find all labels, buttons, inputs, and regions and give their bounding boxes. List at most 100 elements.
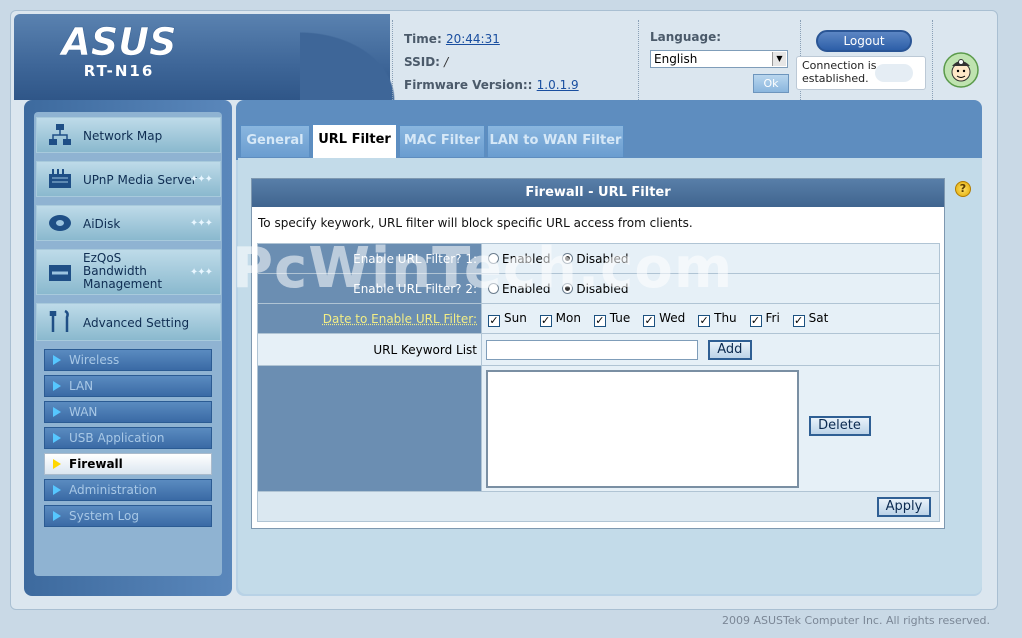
language-value: English: [654, 52, 698, 66]
stars-icon: ✦✦✦: [189, 174, 213, 185]
sidebar-item-label: Advanced Setting: [83, 316, 190, 330]
time-link[interactable]: 20:44:31: [446, 32, 500, 46]
sidebar-sub-wan[interactable]: WAN: [44, 401, 212, 423]
firmware-link[interactable]: 1.0.1.9: [537, 78, 579, 92]
radio-label: Enabled: [502, 281, 551, 296]
day-checkbox-sat[interactable]: ✓: [792, 314, 805, 327]
day-checkbox-thu[interactable]: ✓: [698, 314, 711, 327]
radio-label: Enabled: [502, 251, 551, 266]
tab-mac-filter[interactable]: MAC Filter: [399, 125, 485, 157]
help-icon[interactable]: ?: [955, 181, 971, 197]
sidebar-item-label: UPnP Media Server: [83, 173, 197, 187]
triangle-right-icon: [53, 485, 61, 495]
keyword-entry: Add: [481, 333, 940, 366]
sidebar-sub-label: LAN: [69, 379, 94, 393]
day-label: Sun: [504, 310, 527, 325]
sidebar-sub-system-log[interactable]: System Log: [44, 505, 212, 527]
triangle-right-icon: [53, 511, 61, 521]
avatar-icon: [943, 52, 979, 88]
form-row: URL Keyword List Add: [257, 333, 940, 366]
language-ok-button[interactable]: Ok: [753, 74, 789, 93]
triangle-right-icon: [53, 355, 61, 365]
sidebar-sub-wireless[interactable]: Wireless: [44, 349, 212, 371]
media-server-icon: [49, 169, 71, 188]
filter2-disabled-radio[interactable]: [562, 282, 574, 294]
tab-lan-to-wan-filter[interactable]: LAN to WAN Filter: [487, 125, 624, 157]
keyword-label: URL Keyword List: [257, 333, 482, 366]
day-checkbox-wed[interactable]: ✓: [643, 314, 656, 327]
sidebar-item-advanced-setting[interactable]: Advanced Setting: [36, 303, 221, 341]
keyword-list-label: [257, 365, 482, 492]
ssid-label: SSID:: [404, 55, 440, 69]
header-divider: [392, 20, 393, 100]
panel-title: Firewall - URL Filter: [252, 179, 944, 207]
day-label: Fri: [765, 310, 780, 325]
header-divider: [932, 20, 933, 100]
filter1-label: Enable URL Filter? 1:: [257, 243, 482, 274]
sidebar-sub-label: Wireless: [69, 353, 120, 367]
connection-status: Connection is established.: [796, 56, 926, 90]
day-checkbox-sun[interactable]: ✓: [488, 314, 500, 327]
svg-text:ASUS: ASUS: [58, 22, 176, 60]
stars-icon: ✦✦✦: [189, 218, 213, 229]
filter1-options: Enabled Disabled: [481, 243, 940, 274]
router-info: Time: 20:44:31 SSID: / Firmware Version:…: [404, 28, 579, 97]
day-checkbox-tue[interactable]: ✓: [593, 314, 606, 327]
sidebar-sub-firewall[interactable]: Firewall: [44, 453, 212, 475]
day-label: Wed: [659, 310, 686, 325]
delete-button[interactable]: Delete: [808, 415, 871, 436]
filter1-enabled-radio[interactable]: [488, 252, 499, 264]
apply-button[interactable]: Apply: [877, 496, 931, 517]
sidebar-sub-administration[interactable]: Administration: [44, 479, 212, 501]
keyword-list[interactable]: [486, 370, 799, 488]
form-row: Apply: [257, 491, 940, 522]
header-divider: [638, 20, 639, 100]
day-checkbox-fri[interactable]: ✓: [749, 314, 762, 327]
qos-icon: [49, 265, 71, 281]
filter2-options: Enabled Disabled: [481, 273, 940, 304]
logout-button[interactable]: Logout: [816, 30, 912, 52]
sidebar-sub-lan[interactable]: LAN: [44, 375, 212, 397]
triangle-right-icon: [53, 381, 61, 391]
model-name: RT-N16: [83, 62, 155, 80]
tab-general[interactable]: General: [240, 125, 310, 157]
logo-curve: [300, 14, 420, 100]
sidebar-sub-usb-application[interactable]: USB Application: [44, 427, 212, 449]
radio-label: Disabled: [576, 281, 629, 296]
sidebar-item-aidisk[interactable]: AiDisk ✦✦✦: [36, 205, 221, 241]
day-label: Thu: [714, 310, 737, 325]
network-map-icon: [49, 124, 71, 145]
day-label: Tue: [609, 310, 631, 325]
tools-icon: [49, 309, 69, 332]
apply-row: Apply: [257, 491, 940, 522]
panel-description: To specify keywork, URL filter will bloc…: [258, 216, 693, 230]
language-select[interactable]: English ▼: [650, 50, 788, 68]
ssid-value: /: [444, 55, 449, 69]
sidebar-sub-label: System Log: [69, 509, 139, 523]
chevron-down-icon[interactable]: ▼: [772, 52, 786, 66]
keyword-input[interactable]: [486, 339, 698, 360]
sidebar-sub-label: WAN: [69, 405, 98, 419]
day-label: Sat: [808, 310, 829, 325]
form-row: Date to Enable URL Filter: ✓ Sun ✓ Mon ✓ Tu…: [257, 303, 940, 334]
triangle-right-icon: [53, 433, 61, 443]
filter2-label: Enable URL Filter? 2:: [257, 273, 482, 304]
days-options: ✓ Sun ✓ Mon ✓ Tue ✓ Wed ✓ Thu ✓ Fri ✓ Sat: [481, 303, 940, 334]
tab-url-filter[interactable]: URL Filter: [312, 124, 397, 158]
day-checkbox-mon[interactable]: ✓: [539, 314, 552, 327]
add-button[interactable]: Add: [707, 339, 752, 360]
date-label[interactable]: Date to Enable URL Filter:: [257, 303, 482, 334]
sidebar-item-label: EzQoS Bandwidth Management: [83, 251, 163, 291]
sidebar-item-network-map[interactable]: Network Map: [36, 117, 221, 153]
sidebar-sub-label: Firewall: [69, 457, 123, 471]
filter2-enabled-radio[interactable]: [488, 282, 499, 294]
sidebar-item-upnp[interactable]: UPnP Media Server ✦✦✦: [36, 161, 221, 197]
triangle-right-icon: [53, 407, 61, 417]
triangle-right-icon: [53, 459, 61, 469]
status-pill: [875, 64, 913, 82]
sidebar-sub-label: Administration: [69, 483, 157, 497]
sidebar-item-ezqos[interactable]: EzQoS Bandwidth Management ✦✦✦: [36, 249, 221, 295]
language-label: Language:: [650, 30, 722, 44]
firmware-label: Firmware Version::: [404, 78, 533, 92]
filter1-disabled-radio[interactable]: [562, 252, 574, 264]
